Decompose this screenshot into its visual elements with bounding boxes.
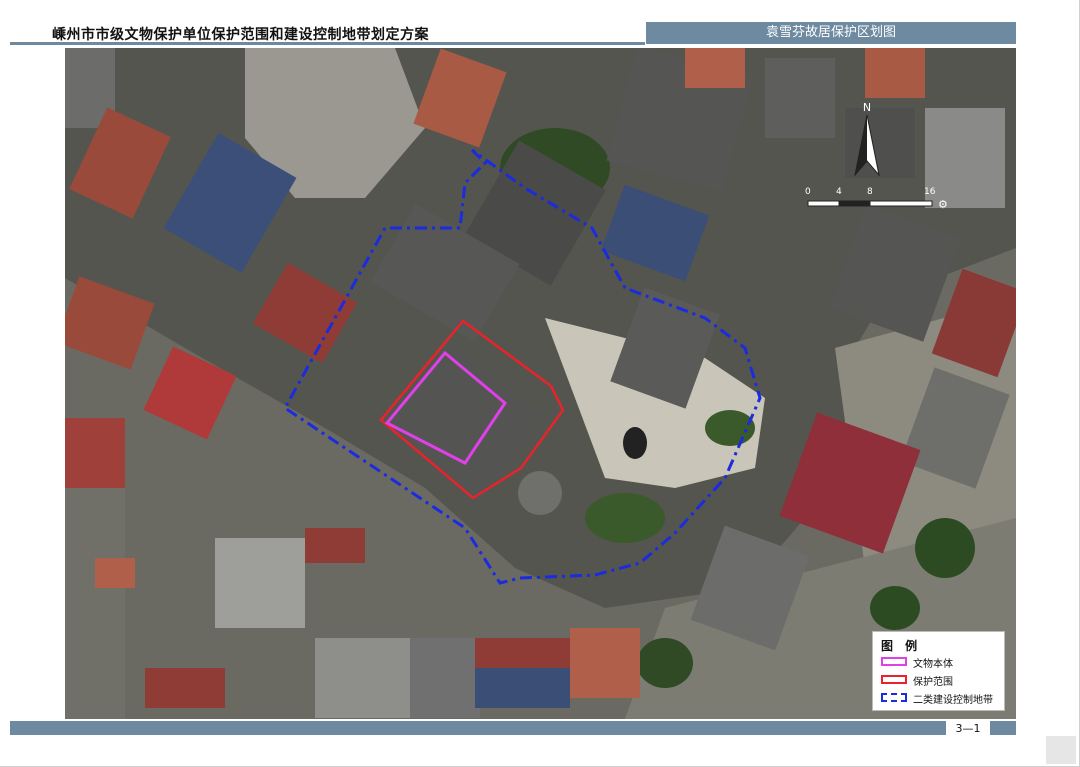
scale-bar: 0 4 8 16 ⚙ xyxy=(805,187,955,217)
document-title: 嵊州市市级文物保护单位保护范围和建设控制地带划定方案 xyxy=(52,27,429,43)
legend-swatch xyxy=(881,675,907,684)
legend-label: 保护范围 xyxy=(913,677,953,688)
legend-label: 文物本体 xyxy=(913,659,953,670)
north-label: N xyxy=(863,101,871,114)
document-page: 嵊州市市级文物保护单位保护范围和建设控制地带划定方案 袁雪芬故居保护区划图 N … xyxy=(0,0,1080,767)
legend-label: 二类建设控制地带 xyxy=(913,695,993,706)
gear-icon: ⚙ xyxy=(938,198,948,211)
page-corner xyxy=(1046,736,1076,764)
legend-title: 图 例 xyxy=(881,639,922,653)
north-arrow: N xyxy=(852,101,882,181)
footer-rule xyxy=(10,721,1016,735)
legend-swatch xyxy=(881,693,907,702)
section-title: 袁雪芬故居保护区划图 xyxy=(646,22,1016,44)
map-legend: 图 例 文物本体 保护范围 二类建设控制地带 xyxy=(872,631,1005,711)
header-rule xyxy=(10,42,645,45)
legend-swatch xyxy=(881,657,907,666)
page-number: 3—1 xyxy=(946,721,990,735)
